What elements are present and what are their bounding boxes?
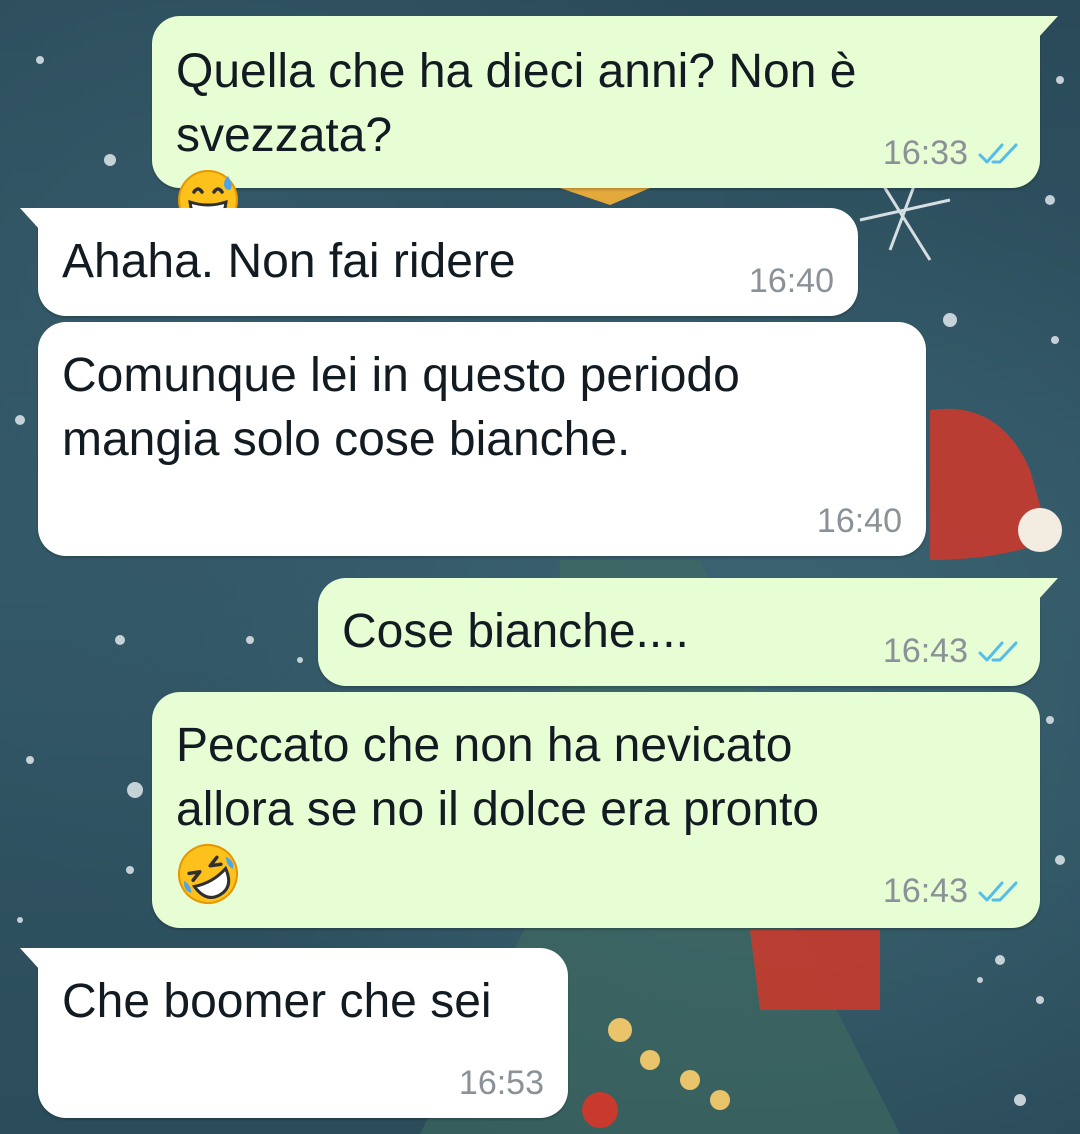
message-text: Comunque lei in questo periodo mangia so… <box>62 349 740 466</box>
message-meta: 16:43 <box>883 632 1018 671</box>
message-bubble-outgoing[interactable]: Peccato che non ha nevicato allora se no… <box>152 692 1040 928</box>
message-text: Cose bianche.... <box>342 605 689 658</box>
message-meta: 16:33 <box>883 134 1018 173</box>
rolling-on-the-floor-laughing-icon <box>176 844 240 907</box>
message-timestamp: 16:53 <box>458 1064 544 1102</box>
message-timestamp: 16:43 <box>882 872 968 910</box>
message-text: Ahaha. Non fai ridere <box>62 235 516 288</box>
message-meta: 16:53 <box>459 1064 544 1103</box>
message-meta: 16:40 <box>749 262 834 301</box>
message-text-content: Peccato che non ha nevicato allora se no… <box>176 719 820 836</box>
double-check-read-icon <box>978 639 1018 665</box>
message-text-content: Quella che ha dieci anni? Non è svezzata… <box>176 45 857 162</box>
message-text: Che boomer che sei <box>62 975 492 1028</box>
message-timestamp: 16:33 <box>882 134 968 172</box>
message-bubble-outgoing[interactable]: Cose bianche.... 16:43 <box>318 578 1058 686</box>
message-timestamp: 16:40 <box>816 502 902 540</box>
message-timestamp: 16:43 <box>882 632 968 670</box>
double-check-read-icon <box>978 141 1018 167</box>
message-bubble-outgoing[interactable]: Quella che ha dieci anni? Non è svezzata… <box>152 16 1058 230</box>
message-bubble-incoming[interactable]: Comunque lei in questo periodo mangia so… <box>38 322 926 556</box>
message-bubble-incoming[interactable]: Ahaha. Non fai ridere 16:40 <box>20 208 858 316</box>
message-bubble-incoming[interactable]: Che boomer che sei 16:53 <box>20 948 568 1118</box>
message-timestamp: 16:40 <box>748 262 834 300</box>
message-meta: 16:43 <box>883 872 1018 911</box>
message-meta: 16:40 <box>817 502 902 541</box>
double-check-read-icon <box>978 879 1018 905</box>
